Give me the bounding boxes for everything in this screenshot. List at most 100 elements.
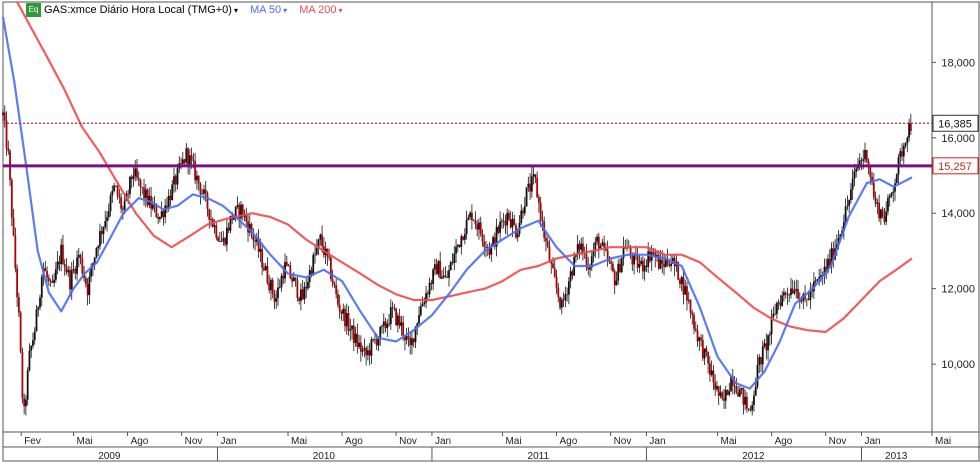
candle-body <box>171 184 174 201</box>
candle-body <box>319 234 322 240</box>
candle-body <box>421 303 424 307</box>
candle-body <box>398 315 401 326</box>
candle-body <box>234 206 237 217</box>
candle-body <box>391 307 394 309</box>
instrument-selector[interactable]: GAS:xmce Diário Hora Local (TMG+0) ▾ <box>44 4 238 16</box>
candle-body <box>499 221 502 233</box>
candle-body <box>738 389 741 397</box>
candle-body <box>908 123 910 138</box>
candle-body <box>597 236 600 249</box>
candle <box>19 310 22 354</box>
candle-body <box>592 251 595 257</box>
candle-body <box>546 241 549 247</box>
candle-body <box>714 382 717 390</box>
candle-body <box>797 288 799 299</box>
candle-body <box>760 357 762 365</box>
candle-body <box>30 345 33 351</box>
candle-body <box>663 263 665 267</box>
candle-body <box>5 120 8 149</box>
candle-body <box>254 240 256 242</box>
candle-body <box>458 244 461 247</box>
candle-body <box>846 205 849 207</box>
candle-body <box>862 159 865 161</box>
month-label: Jan <box>649 436 665 447</box>
candle-body <box>497 226 500 233</box>
candle-body <box>751 405 754 411</box>
candle-body <box>208 208 211 220</box>
candle-body <box>104 221 107 228</box>
candle-body <box>772 313 775 318</box>
candle-body <box>33 331 36 341</box>
ma50-legend[interactable]: MA 50 ▾ <box>250 4 287 16</box>
year-label: 2010 <box>313 451 336 462</box>
candle-body <box>345 313 348 327</box>
candle-body <box>127 193 130 195</box>
candle-body <box>137 177 140 180</box>
candle-body <box>167 195 170 209</box>
ma50-label: MA 50 <box>249 4 282 16</box>
candle-body <box>174 176 177 185</box>
candle-body <box>26 370 29 400</box>
candle-body <box>164 205 167 218</box>
y-tick-label: 10,000 <box>941 359 975 371</box>
candle-body <box>805 298 808 300</box>
candle-body <box>571 271 574 276</box>
candle-body <box>724 389 727 401</box>
candle-body <box>289 265 292 279</box>
month-label: Ago <box>345 436 363 447</box>
candle-body <box>28 350 31 371</box>
dropdown-arrow-icon: ▾ <box>338 5 343 15</box>
candle-body <box>194 161 197 181</box>
candle-body <box>301 289 304 300</box>
candle-body <box>329 257 332 280</box>
candle-body <box>534 174 537 178</box>
candle-body <box>567 281 570 295</box>
candle-body <box>753 395 755 406</box>
candle-body <box>902 146 905 157</box>
candle <box>895 173 898 184</box>
candle-body <box>747 408 750 410</box>
candle-body <box>532 174 535 177</box>
candle-body <box>280 275 283 288</box>
candle-body <box>278 287 281 289</box>
candle-body <box>701 339 704 359</box>
candle-body <box>774 313 777 315</box>
candle-body <box>763 343 766 347</box>
candle-body <box>400 322 403 326</box>
candle-body <box>708 363 711 375</box>
candle-body <box>761 346 764 365</box>
candle-body <box>419 306 422 316</box>
instrument-label: GAS:xmce Diário Hora Local (TMG+0) <box>44 4 232 16</box>
candle-body <box>463 234 466 240</box>
candle-body <box>608 260 611 263</box>
candle-body <box>566 294 568 296</box>
candle-body <box>610 262 613 264</box>
candle-body <box>146 189 149 206</box>
candle-body <box>2 112 4 116</box>
candle-body <box>647 251 650 268</box>
candle-body <box>710 370 713 375</box>
candle-body <box>185 148 188 163</box>
candle-body <box>603 242 606 248</box>
candle-body <box>615 280 618 286</box>
candle-body <box>107 211 110 218</box>
candle-body <box>890 193 893 197</box>
candle-body <box>460 236 463 247</box>
candle-body <box>190 155 193 160</box>
candle-body <box>261 248 264 268</box>
candle-body <box>511 218 514 228</box>
candle-body <box>225 227 228 245</box>
candle-body <box>113 185 115 192</box>
candle-body <box>899 151 902 158</box>
candle-body <box>158 217 161 220</box>
candle-body <box>25 399 27 407</box>
dropdown-arrow-icon: ▾ <box>283 5 288 15</box>
price-chart[interactable]: 10,000 12,000 14,000 16,000 18,000 Fev Mai Ago N… <box>0 0 980 463</box>
year-label: 2009 <box>98 451 121 462</box>
candle-body <box>359 342 362 352</box>
candle-body <box>377 338 380 346</box>
candle-body <box>328 256 331 258</box>
ma200-legend[interactable]: MA 200 ▾ <box>299 4 342 16</box>
candle-body <box>502 220 505 222</box>
candle-body <box>203 189 205 194</box>
